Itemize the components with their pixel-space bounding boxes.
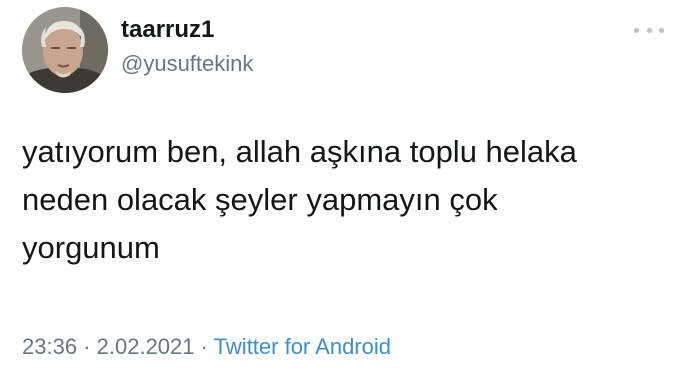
profile-photo-icon [22, 7, 108, 93]
user-handle[interactable]: @yusuftekink [121, 51, 253, 77]
tweet-source-link[interactable]: Twitter for Android [214, 334, 391, 359]
tweet-meta: 23:36 · 2.02.2021 · Twitter for Android [22, 333, 391, 361]
display-name[interactable]: taarruz1 [121, 16, 214, 44]
tweet-time[interactable]: 23:36 [22, 334, 77, 359]
avatar[interactable] [22, 7, 108, 93]
meta-separator: · [200, 334, 208, 359]
tweet-card: taarruz1 @yusuftekink yatıyorum ben, all… [0, 0, 690, 377]
meta-separator: · [83, 334, 91, 359]
more-dot [634, 27, 639, 33]
more-dot [646, 27, 652, 33]
tweet-date[interactable]: 2.02.2021 [97, 334, 195, 359]
tweet-text-line: neden olacak şeyler yapmayın çok [22, 182, 498, 217]
tweet-text-line: yorgunum [22, 230, 160, 265]
tweet-text: yatıyorum ben, allah aşkına toplu helaka… [22, 128, 672, 272]
tweet-text-line: yatıyorum ben, allah aşkına toplu helaka [22, 134, 577, 169]
more-options-icon[interactable] [634, 22, 664, 38]
more-dot [659, 27, 664, 33]
